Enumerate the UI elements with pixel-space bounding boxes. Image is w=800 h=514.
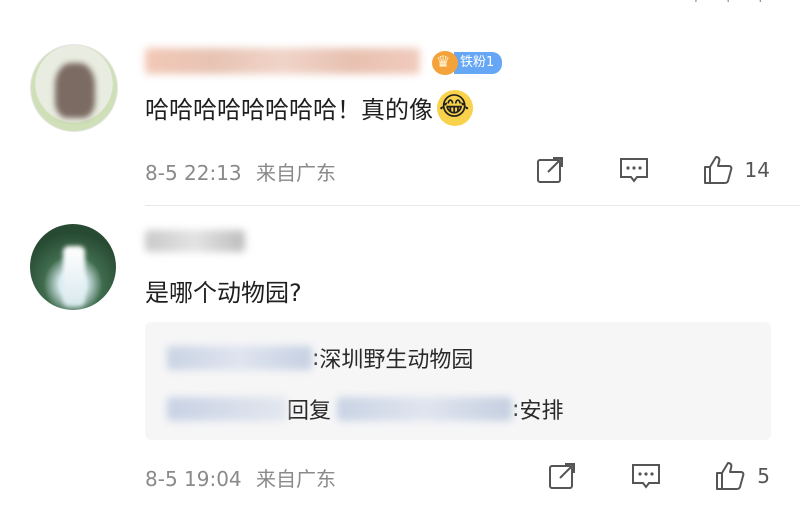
comment-meta: 8-5 19:04 来自广东 xyxy=(145,463,336,492)
like-button[interactable]: 14 xyxy=(701,153,770,187)
avatar[interactable] xyxy=(30,224,116,310)
comment-meta: 8-5 22:13 来自广东 xyxy=(145,157,336,186)
crown-icon xyxy=(432,51,458,75)
fan-badge-label: 铁粉1 xyxy=(454,52,503,74)
share-button[interactable] xyxy=(533,153,567,187)
username-blurred[interactable] xyxy=(145,230,245,252)
divider xyxy=(145,205,800,206)
comment-text: 哈哈哈哈哈哈哈哈！真的像 xyxy=(145,90,473,126)
comment-actions: 5 xyxy=(495,459,770,493)
comment-button[interactable] xyxy=(629,459,663,493)
location: 来自广东 xyxy=(256,161,337,185)
reply-author-blurred[interactable] xyxy=(167,346,312,370)
reply-target-blurred[interactable] xyxy=(337,397,513,421)
comment-actions: 14 xyxy=(483,153,770,187)
comment-button[interactable] xyxy=(617,153,651,187)
timestamp: 8-5 22:13 xyxy=(145,161,242,185)
laughing-tears-emoji-icon xyxy=(437,90,473,126)
comment-icon xyxy=(619,158,648,183)
location: 来自广东 xyxy=(256,467,337,491)
reply-item[interactable]: : 深圳野生动物园 xyxy=(167,342,473,374)
fan-badge[interactable]: 铁粉1 xyxy=(432,51,503,75)
username-blurred[interactable] xyxy=(145,48,420,74)
timestamp: 8-5 19:04 xyxy=(145,467,242,491)
like-button[interactable]: 5 xyxy=(713,459,770,493)
like-icon xyxy=(716,462,745,490)
reply-item[interactable]: 回复 : 安排 xyxy=(167,393,563,425)
replies-box[interactable]: : 深圳野生动物园 回复 : 安排 xyxy=(145,322,771,440)
like-count: 5 xyxy=(757,464,770,488)
comment-text: 是哪个动物园? xyxy=(145,279,302,307)
share-button[interactable] xyxy=(545,459,579,493)
reply-author-blurred[interactable] xyxy=(167,397,287,421)
partial-top-actions: ⌐ ⌐ ⌐ xyxy=(693,0,778,8)
like-icon xyxy=(703,156,732,184)
comment-icon xyxy=(632,464,661,489)
like-count: 14 xyxy=(744,158,770,182)
share-icon xyxy=(536,157,563,183)
avatar[interactable] xyxy=(30,44,118,132)
share-icon xyxy=(549,463,576,489)
